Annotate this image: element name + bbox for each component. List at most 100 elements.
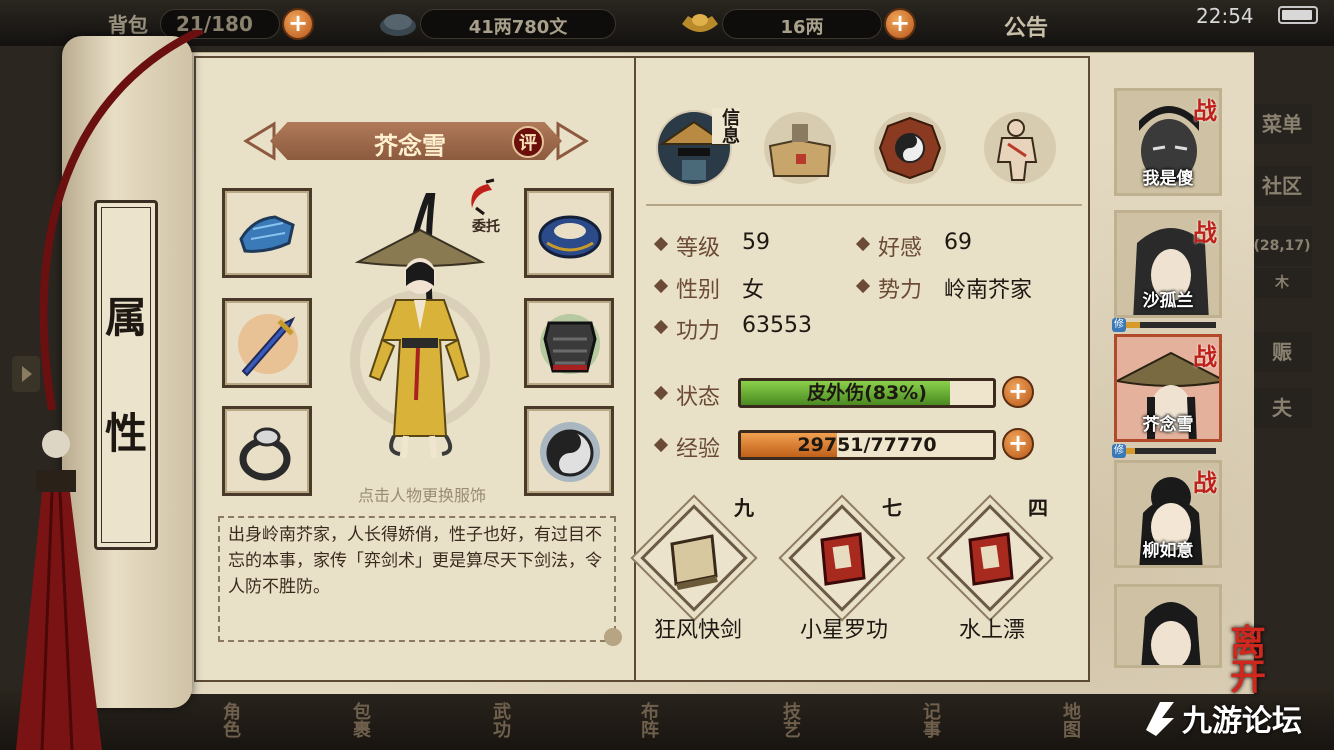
nav-skills[interactable]: 技艺 — [710, 693, 801, 747]
watermark: 九游论坛 — [1140, 694, 1330, 740]
roster-card-5[interactable] — [1114, 584, 1222, 668]
skill-slot-1[interactable] — [640, 504, 748, 612]
armor-icon — [540, 314, 600, 374]
gender-label: 性别 — [676, 278, 721, 303]
skill-level-3: 四 — [1028, 496, 1048, 520]
divider-line — [646, 204, 1082, 206]
equip-slot-ring[interactable] — [222, 406, 312, 496]
notice-button[interactable]: 公告 — [1004, 10, 1048, 42]
add-bag-button[interactable]: + — [282, 8, 314, 40]
nav-martial-arts[interactable]: 武功 — [420, 693, 511, 747]
exp-label: 经验 — [676, 437, 721, 462]
character-name: 芥念雪 — [374, 132, 446, 160]
battle-badge: 战 — [1193, 96, 1217, 125]
review-button[interactable]: 评 — [512, 126, 544, 158]
nav-formation[interactable]: 布阵 — [568, 693, 659, 747]
equip-slot-gloves[interactable] — [222, 188, 312, 278]
battle-badge: 战 — [1193, 342, 1217, 371]
bagua-icon — [874, 112, 946, 184]
inventory-tab[interactable] — [762, 110, 838, 186]
cultivate-bar — [1126, 448, 1216, 454]
menu-button[interactable]: 菜单 — [1252, 104, 1312, 144]
ring-icon — [239, 427, 291, 481]
battery-icon — [1278, 6, 1318, 24]
heal-button[interactable]: + — [1002, 376, 1034, 408]
roster-card-2[interactable]: 战 沙孤兰 — [1114, 210, 1222, 318]
equip-slot-armor[interactable] — [524, 298, 614, 388]
jiuyou-logo-icon — [1146, 702, 1174, 736]
nav-bag[interactable]: 包裹 — [280, 693, 371, 747]
equip-slot-weapon[interactable] — [222, 298, 312, 388]
side-tag: 木 — [1252, 268, 1312, 298]
cultivate-badge: 修 — [1112, 444, 1126, 458]
roster-name: 芥念雪 — [1142, 415, 1194, 435]
skill-name-3: 水上漂 — [958, 618, 1025, 643]
meridian-tab[interactable] — [982, 110, 1058, 186]
skill-slot-3[interactable] — [936, 504, 1044, 612]
gender-value: 女 — [742, 278, 765, 303]
faction-label: 势力 — [878, 278, 923, 303]
red-book-icon — [820, 532, 866, 586]
cultivate-badge: 修 — [1112, 318, 1126, 332]
clock: 22:54 — [1196, 4, 1254, 28]
roster-name: 我是傻 — [1142, 169, 1194, 189]
skill-level-1: 九 — [734, 496, 754, 520]
side-item-fu[interactable]: 夫 — [1252, 388, 1312, 428]
book-icon — [670, 534, 718, 590]
skill-level-2: 七 — [882, 496, 902, 520]
roster-name: 沙孤兰 — [1142, 291, 1194, 311]
gold-value: 16两 — [780, 17, 824, 38]
yinyang-amulet-icon — [540, 422, 600, 482]
coin-icon — [376, 6, 420, 40]
skill-name-1: 狂风快剑 — [653, 618, 742, 643]
exp-bar: 29751/77770 — [738, 430, 996, 460]
commission-label: 委托 — [472, 219, 500, 235]
roster-card-1[interactable]: 战 我是傻 — [1114, 88, 1222, 196]
sword-icon — [238, 314, 298, 377]
tassel-decoration — [12, 26, 212, 750]
bagua-tab[interactable] — [872, 110, 948, 186]
gauntlet-icon — [239, 215, 295, 253]
battle-badge: 战 — [1193, 468, 1217, 497]
power-label: 功力 — [676, 319, 721, 344]
add-gold-button[interactable]: + — [884, 8, 916, 40]
cloth-bag-icon — [764, 112, 836, 184]
skill-name-2: 小星罗功 — [799, 618, 888, 643]
add-exp-button[interactable]: + — [1002, 428, 1034, 460]
favor-value: 69 — [944, 230, 972, 255]
community-button[interactable]: 社区 — [1252, 166, 1312, 206]
collar-icon — [538, 215, 602, 259]
favor-label: 好感 — [878, 236, 923, 261]
meridian-body-icon — [984, 112, 1056, 184]
battle-badge: 战 — [1193, 218, 1217, 247]
info-tab-label: 信息 — [712, 108, 740, 144]
level-value: 59 — [742, 230, 770, 255]
skill-slot-2[interactable] — [788, 504, 896, 612]
expand-arrow[interactable] — [12, 356, 40, 392]
leave-button[interactable]: 离开 — [1230, 625, 1280, 696]
character-description: 出身岭南芥家，人长得娇俏，性子也好，有过目不忘的本事，家传「弈剑术」更是算尽天下… — [218, 516, 616, 642]
roster-card-4[interactable]: 战 柳如意 — [1114, 460, 1222, 568]
roster-name: 柳如意 — [1142, 541, 1194, 561]
equip-slot-amulet[interactable] — [524, 406, 614, 496]
gold-ingot-icon — [678, 6, 722, 40]
status-bar: 皮外伤(83%) — [738, 378, 996, 408]
money-value: 41两780文 — [468, 17, 568, 38]
change-outfit-hint: 点击人物更换服饰 — [357, 486, 486, 505]
portrait-man — [1117, 587, 1219, 665]
power-value: 63553 — [742, 313, 812, 338]
nav-journal[interactable]: 记事 — [850, 693, 941, 747]
side-item-relief[interactable]: 赈 — [1252, 332, 1312, 372]
roster-card-3[interactable]: 战 芥念雪 — [1114, 334, 1222, 442]
status-label: 状态 — [676, 385, 721, 410]
nav-map[interactable]: 地图 — [990, 693, 1081, 747]
faction-value: 岭南芥家 — [944, 278, 1033, 303]
coordinates: (28,17) — [1252, 226, 1312, 266]
equip-slot-collar[interactable] — [524, 188, 614, 278]
status-text: 皮外伤(83%) — [807, 382, 927, 404]
exp-text: 29751/77770 — [797, 434, 937, 456]
pin-decoration — [604, 628, 622, 646]
watermark-text: 九游论坛 — [1182, 704, 1302, 739]
cultivate-bar — [1126, 322, 1216, 328]
red-book-icon — [968, 532, 1014, 586]
